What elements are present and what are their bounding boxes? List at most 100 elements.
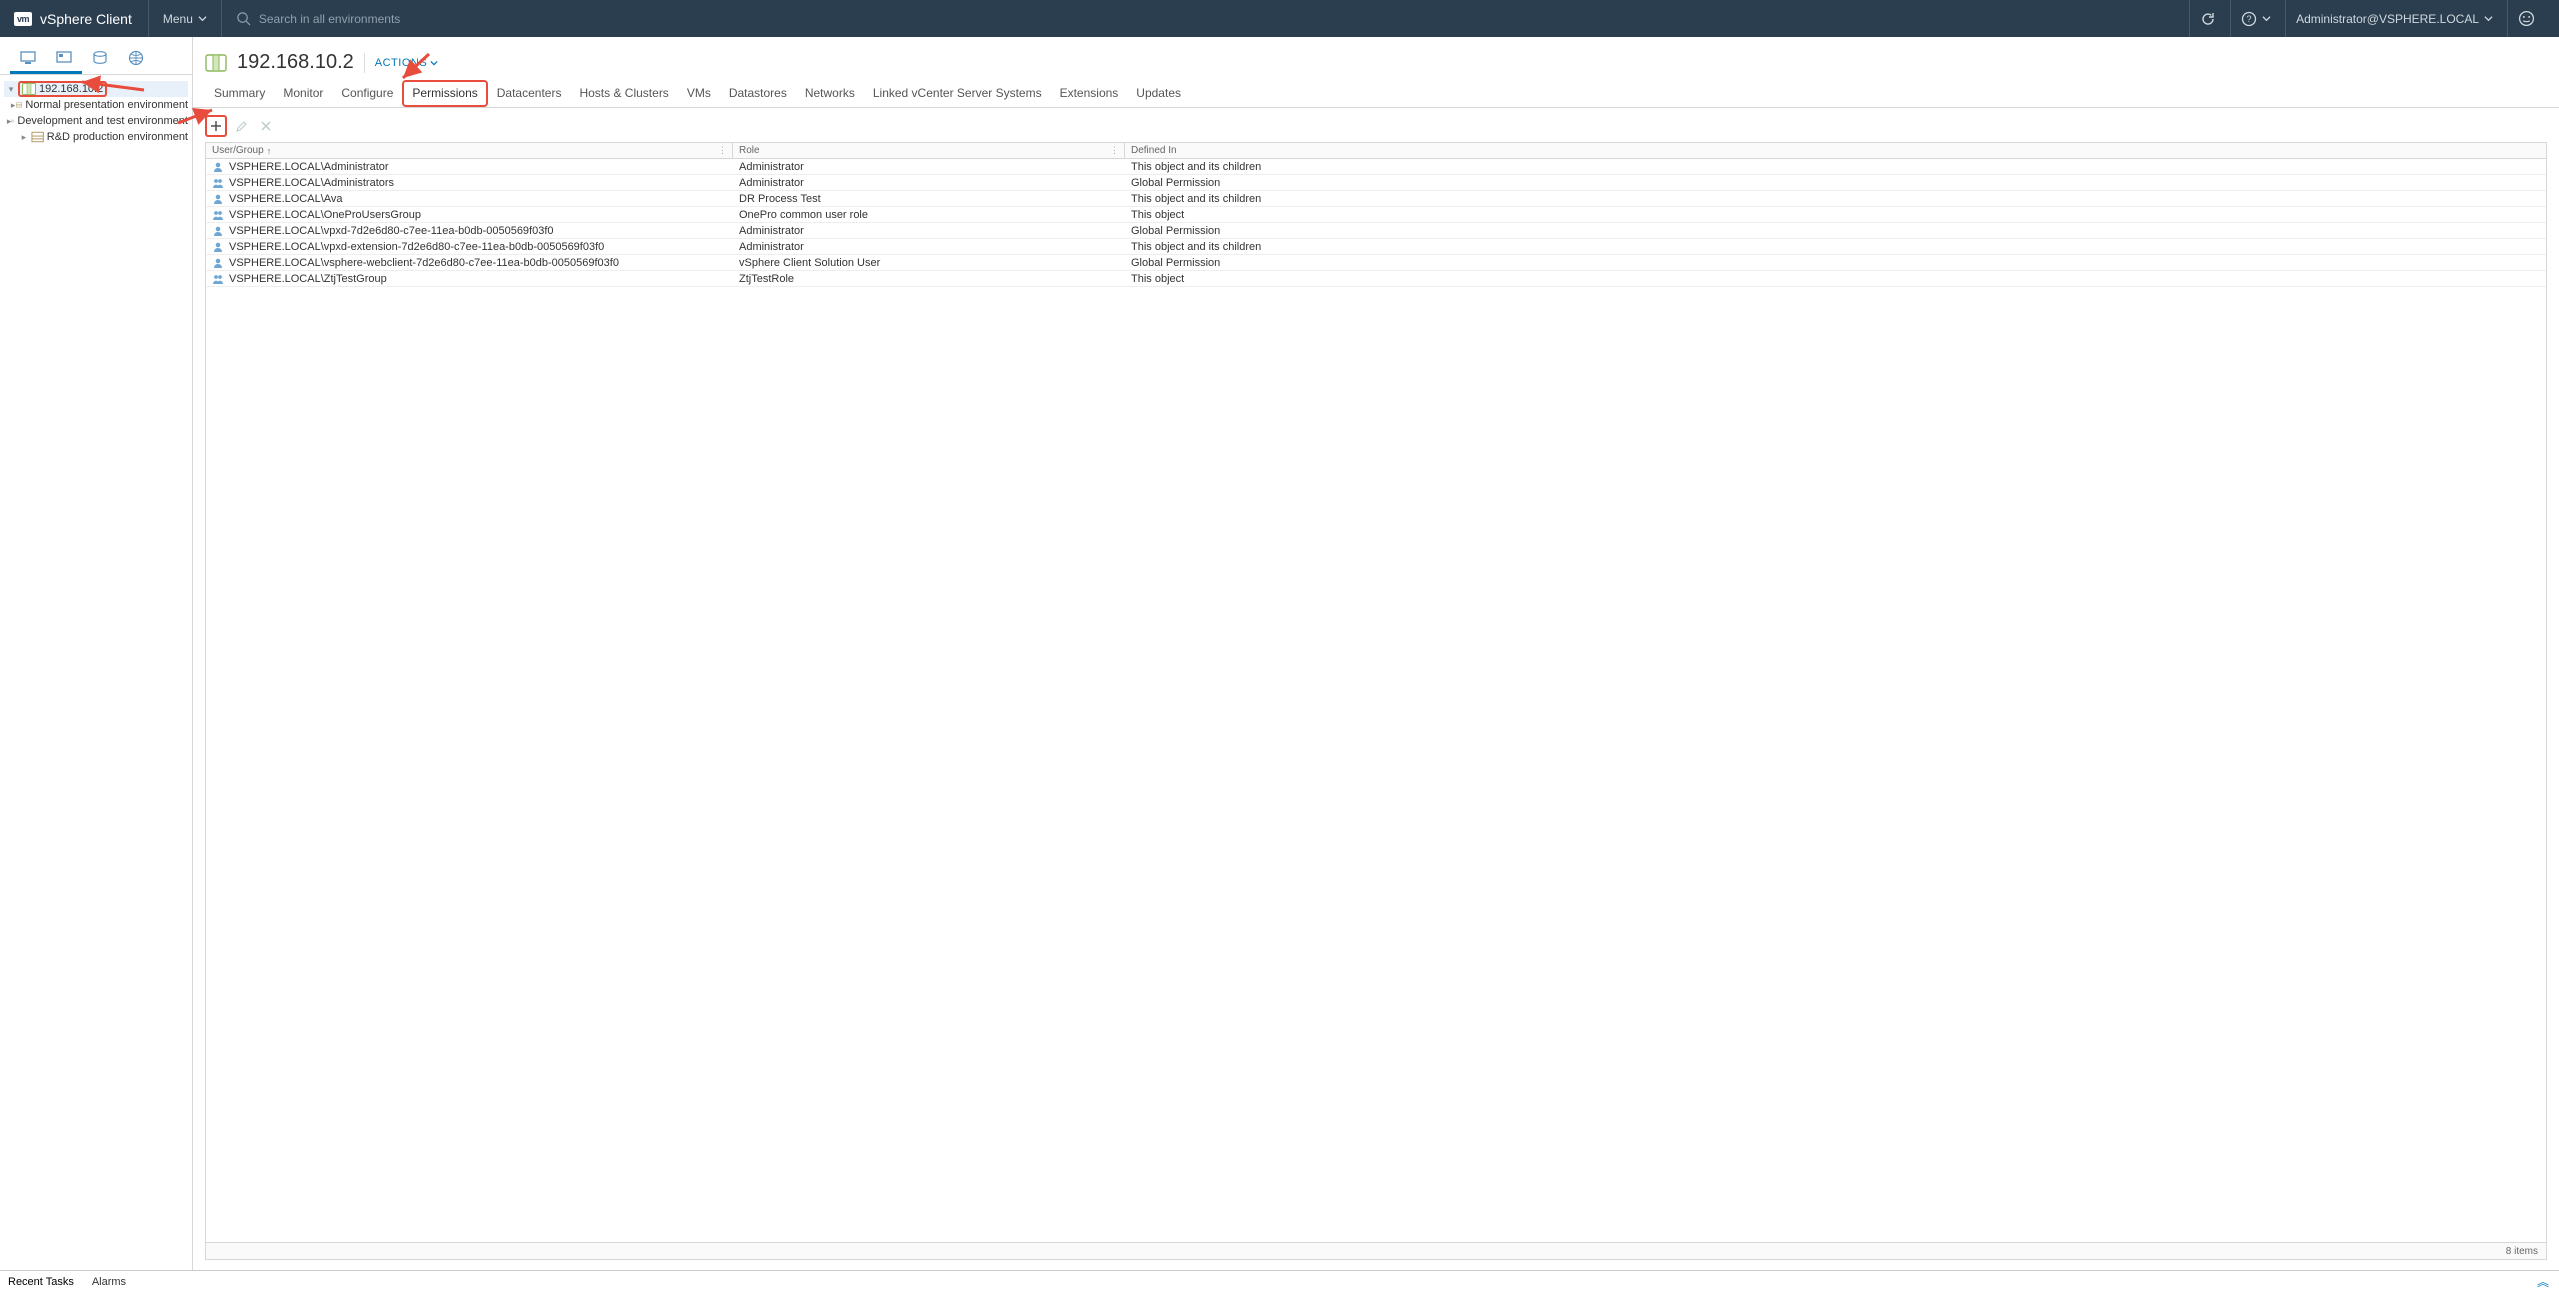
tab-linked-vcenter-server-systems[interactable]: Linked vCenter Server Systems xyxy=(864,80,1051,107)
recent-tasks-tab[interactable]: Recent Tasks xyxy=(8,1276,74,1288)
tab-configure[interactable]: Configure xyxy=(332,80,402,107)
tree-item-label: Development and test environment xyxy=(17,115,188,127)
actions-label: ACTIONS xyxy=(375,57,427,69)
definedin-cell: This object and its children xyxy=(1125,193,2546,205)
user-name: VSPHERE.LOCAL\Ava xyxy=(229,193,343,205)
tree-item[interactable]: ▸Normal presentation environment xyxy=(4,97,188,113)
header-actions: ? Administrator@VSPHERE.LOCAL xyxy=(2189,0,2545,37)
tree-item-label: R&D production environment xyxy=(47,131,188,143)
tab-networks[interactable]: Networks xyxy=(796,80,864,107)
alarms-tab[interactable]: Alarms xyxy=(92,1276,126,1288)
search-icon xyxy=(236,11,251,26)
role-cell: Administrator xyxy=(733,241,1125,253)
object-header: 192.168.10.2 ACTIONS xyxy=(193,37,2559,80)
tree-root-label: 192.168.10.2 xyxy=(39,83,103,95)
nav-storage-icon[interactable] xyxy=(82,46,118,74)
column-header-user[interactable]: User/Group↑⋮ xyxy=(206,143,733,158)
delete-permission-button[interactable] xyxy=(255,115,277,137)
tree-item[interactable]: ▸ R&D production environment xyxy=(4,129,188,145)
user-menu[interactable]: Administrator@VSPHERE.LOCAL xyxy=(2285,0,2503,37)
user-name: VSPHERE.LOCAL\ZtjTestGroup xyxy=(229,273,387,285)
pencil-icon xyxy=(235,120,248,133)
caret-right-icon[interactable]: ▸ xyxy=(17,132,30,143)
role-cell: DR Process Test xyxy=(733,193,1125,205)
column-header-role[interactable]: Role⋮ xyxy=(733,143,1125,158)
nav-icon-bar xyxy=(0,37,192,74)
search-zone xyxy=(236,11,2189,26)
top-header: vm vSphere Client Menu ? Administrator@V… xyxy=(0,0,2559,37)
role-cell: ZtjTestRole xyxy=(733,273,1125,285)
nav-hosts-icon[interactable] xyxy=(10,46,46,74)
menu-button[interactable]: Menu xyxy=(148,0,222,37)
tree-item[interactable]: ▸Development and test environment xyxy=(4,113,188,129)
definedin-cell: Global Permission xyxy=(1125,257,2546,269)
table-row[interactable]: VSPHERE.LOCAL\vpxd-extension-7d2e6d80-c7… xyxy=(206,239,2546,255)
table-row[interactable]: VSPHERE.LOCAL\Ava DR Process TestThis obj… xyxy=(206,191,2546,207)
user-name: VSPHERE.LOCAL\Administrator xyxy=(229,161,389,173)
vmware-logo: vm xyxy=(14,12,32,26)
definedin-cell: This object xyxy=(1125,209,2546,221)
chevron-down-icon xyxy=(2262,14,2271,23)
nav-network-icon[interactable] xyxy=(118,46,154,74)
chevron-down-icon xyxy=(430,59,438,67)
filter-icon[interactable]: ⋮ xyxy=(718,145,727,156)
tree-root[interactable]: ▾ 192.168.10.2 xyxy=(4,81,188,97)
app-title: vSphere Client xyxy=(40,11,132,27)
help-button[interactable]: ? xyxy=(2230,0,2281,37)
tab-extensions[interactable]: Extensions xyxy=(1051,80,1128,107)
grid-header: User/Group↑⋮ Role⋮ Defined In xyxy=(206,143,2546,159)
table-row[interactable]: VSPHERE.LOCAL\Administrator Administrator… xyxy=(206,159,2546,175)
datacenter-icon xyxy=(16,99,22,111)
tab-datastores[interactable]: Datastores xyxy=(720,80,796,107)
menu-label: Menu xyxy=(163,12,193,26)
user-name: VSPHERE.LOCAL\vpxd-7d2e6d80-c7ee-11ea-b0… xyxy=(229,225,554,237)
tab-monitor[interactable]: Monitor xyxy=(274,80,332,107)
role-cell: OnePro common user role xyxy=(733,209,1125,221)
table-row[interactable]: VSPHERE.LOCAL\vsphere-webclient-7d2e6d80… xyxy=(206,255,2546,271)
tab-vms[interactable]: VMs xyxy=(678,80,720,107)
role-cell: Administrator xyxy=(733,177,1125,189)
sort-asc-icon: ↑ xyxy=(267,146,272,156)
tab-summary[interactable]: Summary xyxy=(205,80,274,107)
chevron-down-icon xyxy=(198,14,207,23)
bottom-panel: Recent Tasks Alarms ︽ xyxy=(0,1270,2559,1293)
close-icon xyxy=(260,120,272,132)
permissions-grid: User/Group↑⋮ Role⋮ Defined In VSPHERE.LO… xyxy=(205,142,2547,1260)
tab-permissions[interactable]: Permissions xyxy=(402,80,487,107)
main-panel: 192.168.10.2 ACTIONS SummaryMonitorConfi… xyxy=(193,37,2559,1270)
table-row[interactable]: VSPHERE.LOCAL\ZtjTestGroup ZtjTestRoleThi… xyxy=(206,271,2546,287)
user-name: VSPHERE.LOCAL\vsphere-webclient-7d2e6d80… xyxy=(229,257,619,269)
definedin-cell: Global Permission xyxy=(1125,177,2546,189)
item-count: 8 items xyxy=(2506,1246,2538,1257)
user-name: VSPHERE.LOCAL\OneProUsersGroup xyxy=(229,209,421,221)
expand-panel-button[interactable]: ︽ xyxy=(2537,1278,2549,1287)
svg-text:?: ? xyxy=(2247,14,2252,24)
refresh-button[interactable] xyxy=(2189,0,2226,37)
table-row[interactable]: VSPHERE.LOCAL\AdministratorsAdministrato… xyxy=(206,175,2546,191)
nav-vms-icon[interactable] xyxy=(46,46,82,74)
actions-menu[interactable]: ACTIONS xyxy=(375,57,438,69)
vcenter-icon xyxy=(205,52,227,74)
caret-down-icon[interactable]: ▾ xyxy=(4,84,18,95)
add-permission-button[interactable] xyxy=(205,115,227,137)
grid-body[interactable]: VSPHERE.LOCAL\Administrator Administrator… xyxy=(206,159,2546,1242)
plus-icon xyxy=(210,120,222,132)
chevron-down-icon xyxy=(2484,14,2493,23)
datacenter-icon xyxy=(11,115,14,127)
column-header-definedin[interactable]: Defined In xyxy=(1125,143,2546,158)
edit-permission-button[interactable] xyxy=(230,115,252,137)
role-cell: Administrator xyxy=(733,161,1125,173)
definedin-cell: This object and its children xyxy=(1125,241,2546,253)
table-row[interactable]: VSPHERE.LOCAL\vpxd-7d2e6d80-c7ee-11ea-b0… xyxy=(206,223,2546,239)
tab-hosts-clusters[interactable]: Hosts & Clusters xyxy=(570,80,677,107)
filter-icon[interactable]: ⋮ xyxy=(1110,145,1119,156)
smiley-icon xyxy=(2518,10,2535,27)
tab-datacenters[interactable]: Datacenters xyxy=(488,80,571,107)
table-row[interactable]: VSPHERE.LOCAL\OneProUsersGroup OnePro com… xyxy=(206,207,2546,223)
smiley-button[interactable] xyxy=(2507,0,2545,37)
definedin-cell: This object xyxy=(1125,273,2546,285)
user-name: VSPHERE.LOCAL\vpxd-extension-7d2e6d80-c7… xyxy=(229,241,604,253)
search-input[interactable] xyxy=(259,12,519,26)
tab-updates[interactable]: Updates xyxy=(1127,80,1190,107)
inventory-tree: ▾ 192.168.10.2 ▸Normal presentation envi… xyxy=(0,75,192,151)
